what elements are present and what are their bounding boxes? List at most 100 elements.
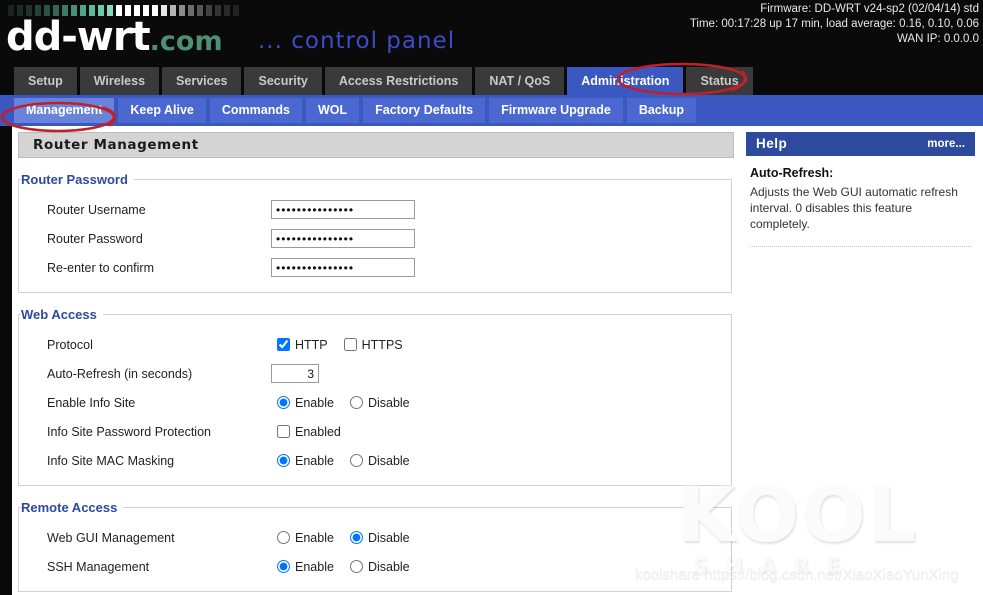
row-ssh-management: SSH Management Enable Disable (19, 552, 731, 581)
page-header: dd-wrt.com ... control panel Firmware: D… (0, 0, 983, 62)
help-body: Auto-Refresh: Adjusts the Web GUI automa… (746, 156, 975, 247)
info-site-password-protection-control: Enabled (271, 425, 731, 439)
tab-security[interactable]: Security (244, 67, 322, 95)
mac-masking-disable-radio[interactable] (349, 454, 363, 467)
mac-masking-enable-option[interactable]: Enable (277, 454, 334, 468)
row-enable-info-site: Enable Info Site Enable Disable (19, 388, 731, 417)
ssh-disable-radio[interactable] (349, 560, 363, 573)
router-password-control (271, 229, 731, 248)
uptime-load: Time: 00:17:28 up 17 min, load average: … (689, 18, 979, 30)
router-password-input[interactable] (271, 229, 415, 248)
info-site-disable-option[interactable]: Disable (349, 396, 410, 410)
sub-tab-bar: Management Keep Alive Commands WOL Factory D… (0, 95, 983, 126)
protocol-label: Protocol (47, 337, 93, 352)
info-site-enable-option[interactable]: Enable (277, 396, 334, 410)
subtab-backup[interactable]: Backup (626, 98, 696, 123)
auto-refresh-control (271, 364, 731, 383)
ssh-enable-option[interactable]: Enable (277, 560, 334, 574)
web-gui-enable-radio[interactable] (277, 531, 290, 544)
subtab-management[interactable]: Management (14, 98, 115, 123)
router-username-control (271, 200, 731, 219)
help-separator (750, 246, 971, 247)
web-gui-disable-radio[interactable] (349, 531, 363, 544)
page-title: Router Management (18, 132, 734, 158)
logo-main-text: dd-wrt (6, 14, 151, 60)
logo-suffix-text: .com (149, 26, 223, 57)
reenter-confirm-input[interactable] (271, 258, 415, 277)
ssh-enable-radio[interactable] (277, 560, 290, 573)
web-access-legend: Web Access (21, 307, 97, 322)
router-password-section: Router Password Router Username Router P… (18, 172, 732, 293)
firmware-version: Firmware: DD-WRT v24-sp2 (02/04/14) std (760, 3, 979, 15)
tab-services[interactable]: Services (162, 67, 242, 95)
tab-status[interactable]: Status (686, 67, 753, 95)
protocol-https-option[interactable]: HTTPS (343, 337, 403, 352)
protocol-control: HTTP HTTPS (271, 338, 731, 352)
web-gui-management-control: Enable Disable (271, 531, 731, 545)
help-header: Help more... (746, 132, 975, 156)
auto-refresh-label: Auto-Refresh (in seconds) (47, 366, 193, 381)
subtab-factory-defaults[interactable]: Factory Defaults (363, 98, 486, 123)
info-site-enable-radio[interactable] (277, 396, 290, 409)
pixel-bar-cell (233, 5, 239, 16)
tab-setup[interactable]: Setup (14, 67, 77, 95)
help-more-link[interactable]: more... (927, 132, 965, 156)
protocol-https-label: HTTPS (361, 337, 403, 352)
subtab-firmware-upgrade[interactable]: Firmware Upgrade (489, 98, 623, 123)
help-entry-text: Adjusts the Web GUI automatic refresh in… (750, 185, 958, 231)
page-body: Router Management Router Password Router… (0, 126, 983, 595)
mac-masking-enable-label: Enable (295, 453, 334, 468)
pixel-bar-cell (224, 5, 230, 16)
system-info: Firmware: DD-WRT v24-sp2 (02/04/14) std … (690, 2, 979, 47)
tab-nat-qos[interactable]: NAT / QoS (475, 67, 565, 95)
help-title: Help (756, 136, 788, 151)
ssh-management-control: Enable Disable (271, 560, 731, 574)
tab-wireless[interactable]: Wireless (79, 67, 160, 95)
web-gui-enable-label: Enable (295, 530, 334, 545)
protocol-https-checkbox[interactable] (343, 338, 357, 351)
row-router-password: Router Password (19, 224, 731, 253)
enable-info-site-control: Enable Disable (271, 396, 731, 410)
protocol-http-label: HTTP (295, 337, 328, 352)
web-gui-enable-option[interactable]: Enable (277, 531, 334, 545)
ssh-enable-label: Enable (295, 559, 334, 574)
router-password-label: Router Password (47, 231, 143, 246)
info-site-password-enabled-option[interactable]: Enabled (277, 425, 341, 439)
subtab-commands[interactable]: Commands (209, 98, 302, 123)
router-username-input[interactable] (271, 200, 415, 219)
subtab-keep-alive[interactable]: Keep Alive (118, 98, 206, 123)
web-gui-disable-label: Disable (367, 530, 410, 545)
mac-masking-enable-radio[interactable] (277, 454, 290, 467)
ssh-management-label: SSH Management (47, 559, 150, 574)
info-site-disable-radio[interactable] (349, 396, 363, 409)
protocol-http-option[interactable]: HTTP (277, 338, 328, 352)
settings-content: Router Management Router Password Router… (12, 126, 738, 595)
subtab-wol[interactable]: WOL (305, 98, 360, 123)
main-tab-bar: Setup Wireless Services Security Access Rest… (0, 62, 983, 95)
mac-masking-disable-label: Disable (367, 453, 410, 468)
enable-info-site-label: Enable Info Site (47, 395, 136, 410)
tab-administration[interactable]: Administration (567, 67, 684, 95)
info-site-password-enabled-checkbox[interactable] (277, 425, 290, 438)
reenter-confirm-control (271, 258, 731, 277)
reenter-confirm-label: Re-enter to confirm (47, 260, 154, 275)
ssh-disable-option[interactable]: Disable (349, 560, 410, 574)
row-info-site-password-protection: Info Site Password Protection Enabled (19, 417, 731, 446)
control-panel-tagline: ... control panel (258, 28, 456, 54)
web-gui-disable-option[interactable]: Disable (349, 530, 410, 545)
row-web-gui-management: Web GUI Management Enable Disable (19, 523, 731, 552)
router-username-label: Router Username (47, 202, 146, 217)
info-site-password-enabled-label: Enabled (295, 424, 341, 439)
row-info-site-mac-masking: Info Site MAC Masking Enable Disable (19, 446, 731, 475)
help-entry-title: Auto-Refresh: (750, 166, 834, 180)
row-reenter-confirm: Re-enter to confirm (19, 253, 731, 282)
auto-refresh-input[interactable] (271, 364, 319, 383)
web-gui-management-label: Web GUI Management (47, 530, 175, 545)
info-site-enable-label: Enable (295, 395, 334, 410)
mac-masking-disable-option[interactable]: Disable (349, 453, 410, 468)
protocol-http-checkbox[interactable] (277, 338, 290, 351)
row-protocol: Protocol HTTP HTTPS (19, 330, 731, 359)
web-access-section: Web Access Protocol HTTP HTTPS Auto-Refr… (18, 307, 732, 486)
dd-wrt-logo: dd-wrt.com (6, 14, 223, 60)
tab-access-restrictions[interactable]: Access Restrictions (324, 67, 473, 95)
